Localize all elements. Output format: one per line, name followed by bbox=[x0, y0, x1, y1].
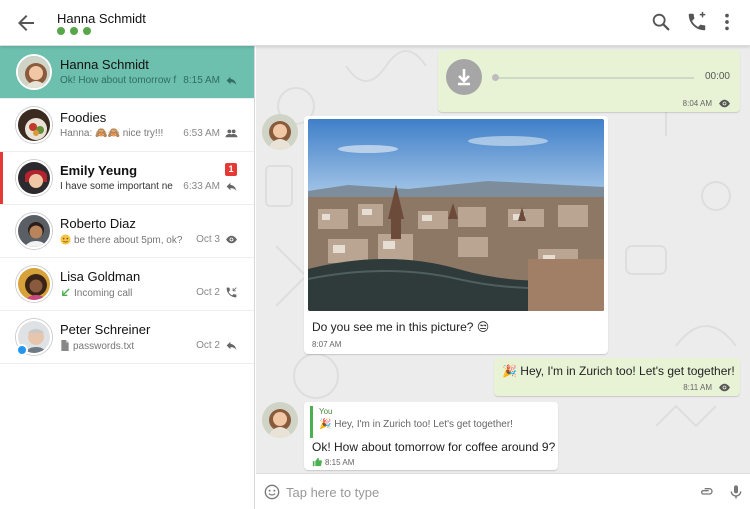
conversation-name: Lisa Goldman bbox=[60, 269, 141, 284]
conversation-item[interactable]: Hanna Schmidt Ok! How about tomorrow f 8… bbox=[0, 46, 254, 99]
conversation-item[interactable]: Lisa Goldman Incoming call Oct 2 bbox=[0, 258, 254, 311]
eye-icon bbox=[226, 235, 237, 244]
conversation-item[interactable]: Peter Schreiner passwords.txt Oct 2 bbox=[0, 311, 254, 364]
conversation-name: Foodies bbox=[60, 110, 107, 125]
conversation-time: 6:33 AM bbox=[183, 181, 220, 192]
unread-count-badge: 1 bbox=[225, 163, 237, 176]
conversation-item[interactable]: Roberto Diaz be there about 5pm, ok? Oct… bbox=[0, 205, 254, 258]
conversation-preview-text: passwords.txt bbox=[73, 341, 135, 352]
conversation-list: Hanna Schmidt Ok! How about tomorrow f 8… bbox=[0, 46, 255, 509]
status-badge bbox=[16, 344, 28, 356]
reply-message-bubble: You 🎉 Hey, I'm in Zurich too! Let's get … bbox=[304, 402, 558, 470]
quote-text: 🎉 Hey, I'm in Zurich too! Let's get toge… bbox=[319, 419, 513, 430]
conversation-time: Oct 3 bbox=[196, 234, 220, 245]
audio-download-button[interactable] bbox=[446, 59, 482, 95]
avatar bbox=[16, 160, 52, 196]
message-time: 8:07 AM bbox=[312, 340, 342, 349]
quoted-message[interactable]: You 🎉 Hey, I'm in Zurich too! Let's get … bbox=[310, 406, 546, 438]
top-bar: Hanna Schmidt bbox=[0, 0, 750, 46]
conversation-preview: Ok! How about tomorrow f bbox=[60, 75, 177, 86]
chat-area[interactable]: 00:00 8:04 AM Do you see me in this pict… bbox=[256, 46, 750, 473]
conversation-preview: Incoming call bbox=[60, 287, 190, 299]
phone-icon[interactable] bbox=[686, 11, 708, 33]
conversation-time: 6:53 AM bbox=[183, 128, 220, 139]
avatar bbox=[16, 213, 52, 249]
messenger-app: Hanna Schmidt Hanna Schmidt Ok! How abou… bbox=[0, 0, 750, 509]
call-icon bbox=[226, 287, 237, 298]
eye-icon bbox=[719, 383, 730, 392]
back-arrow-icon[interactable] bbox=[14, 11, 38, 35]
conversation-name: Emily Yeung bbox=[60, 163, 138, 178]
avatar bbox=[16, 107, 52, 143]
message-text: Ok! How about tomorrow for coffee around… bbox=[312, 440, 556, 454]
emoji-icon bbox=[60, 234, 71, 245]
conversation-preview-text: be there about 5pm, ok? bbox=[74, 235, 183, 246]
conversation-time: Oct 2 bbox=[196, 287, 220, 298]
conversation-name: Peter Schreiner bbox=[60, 322, 151, 337]
audio-progress-track[interactable] bbox=[494, 77, 694, 79]
sender-avatar[interactable] bbox=[262, 114, 298, 150]
message-text: 🎉 Hey, I'm in Zurich too! Let's get toge… bbox=[502, 364, 735, 378]
reply-icon bbox=[226, 341, 237, 350]
sender-avatar[interactable] bbox=[262, 402, 298, 438]
zurich-photo[interactable] bbox=[308, 119, 604, 311]
group-icon bbox=[225, 129, 238, 138]
reply-icon bbox=[226, 76, 237, 85]
message-input[interactable] bbox=[286, 482, 686, 502]
audio-progress-knob[interactable] bbox=[492, 74, 499, 81]
presence-dot bbox=[57, 27, 65, 35]
thumbs-up-icon bbox=[312, 457, 322, 467]
message-composer bbox=[256, 473, 750, 509]
conversation-preview: passwords.txt bbox=[60, 340, 190, 352]
search-icon[interactable] bbox=[650, 11, 672, 33]
outgoing-message-bubble: 🎉 Hey, I'm in Zurich too! Let's get toge… bbox=[494, 358, 740, 396]
chat-title: Hanna Schmidt bbox=[57, 11, 146, 26]
quote-author: You bbox=[319, 407, 333, 416]
photo-message-bubble: Do you see me in this picture? 😒 8:07 AM bbox=[304, 116, 608, 354]
conversation-item[interactable]: Foodies Hanna: 🙈🙈 nice try!!! 6:53 AM bbox=[0, 99, 254, 152]
message-time: 8:15 AM bbox=[325, 458, 355, 467]
message-time: 8:04 AM bbox=[682, 99, 712, 108]
conversation-item[interactable]: Emily Yeung 1 I have some important ne 6… bbox=[0, 152, 254, 205]
attach-icon[interactable] bbox=[698, 484, 714, 500]
reply-icon bbox=[226, 182, 237, 191]
emoji-icon[interactable] bbox=[264, 484, 280, 500]
conversation-preview: I have some important ne bbox=[60, 181, 173, 192]
message-text: Do you see me in this picture? 😒 bbox=[312, 320, 490, 334]
file-icon bbox=[61, 340, 69, 351]
more-vert-icon[interactable] bbox=[716, 11, 738, 33]
conversation-name: Hanna Schmidt bbox=[60, 57, 149, 72]
audio-duration: 00:00 bbox=[704, 71, 730, 82]
presence-dot bbox=[70, 27, 78, 35]
audio-message-bubble: 00:00 8:04 AM bbox=[438, 50, 740, 112]
conversation-time: Oct 2 bbox=[196, 340, 220, 351]
microphone-icon[interactable] bbox=[728, 484, 744, 500]
avatar bbox=[16, 266, 52, 302]
incoming-call-icon bbox=[62, 288, 70, 296]
conversation-preview: be there about 5pm, ok? bbox=[60, 234, 190, 246]
conversation-name: Roberto Diaz bbox=[60, 216, 136, 231]
conversation-preview: Hanna: 🙈🙈 nice try!!! bbox=[60, 128, 164, 139]
presence-dot bbox=[83, 27, 91, 35]
presence-indicator bbox=[57, 27, 91, 35]
avatar bbox=[16, 54, 52, 90]
conversation-preview-text: Incoming call bbox=[74, 288, 133, 299]
message-time: 8:11 AM bbox=[683, 383, 712, 392]
conversation-time: 8:15 AM bbox=[183, 75, 220, 86]
download-icon bbox=[458, 69, 470, 86]
eye-icon bbox=[719, 99, 730, 108]
